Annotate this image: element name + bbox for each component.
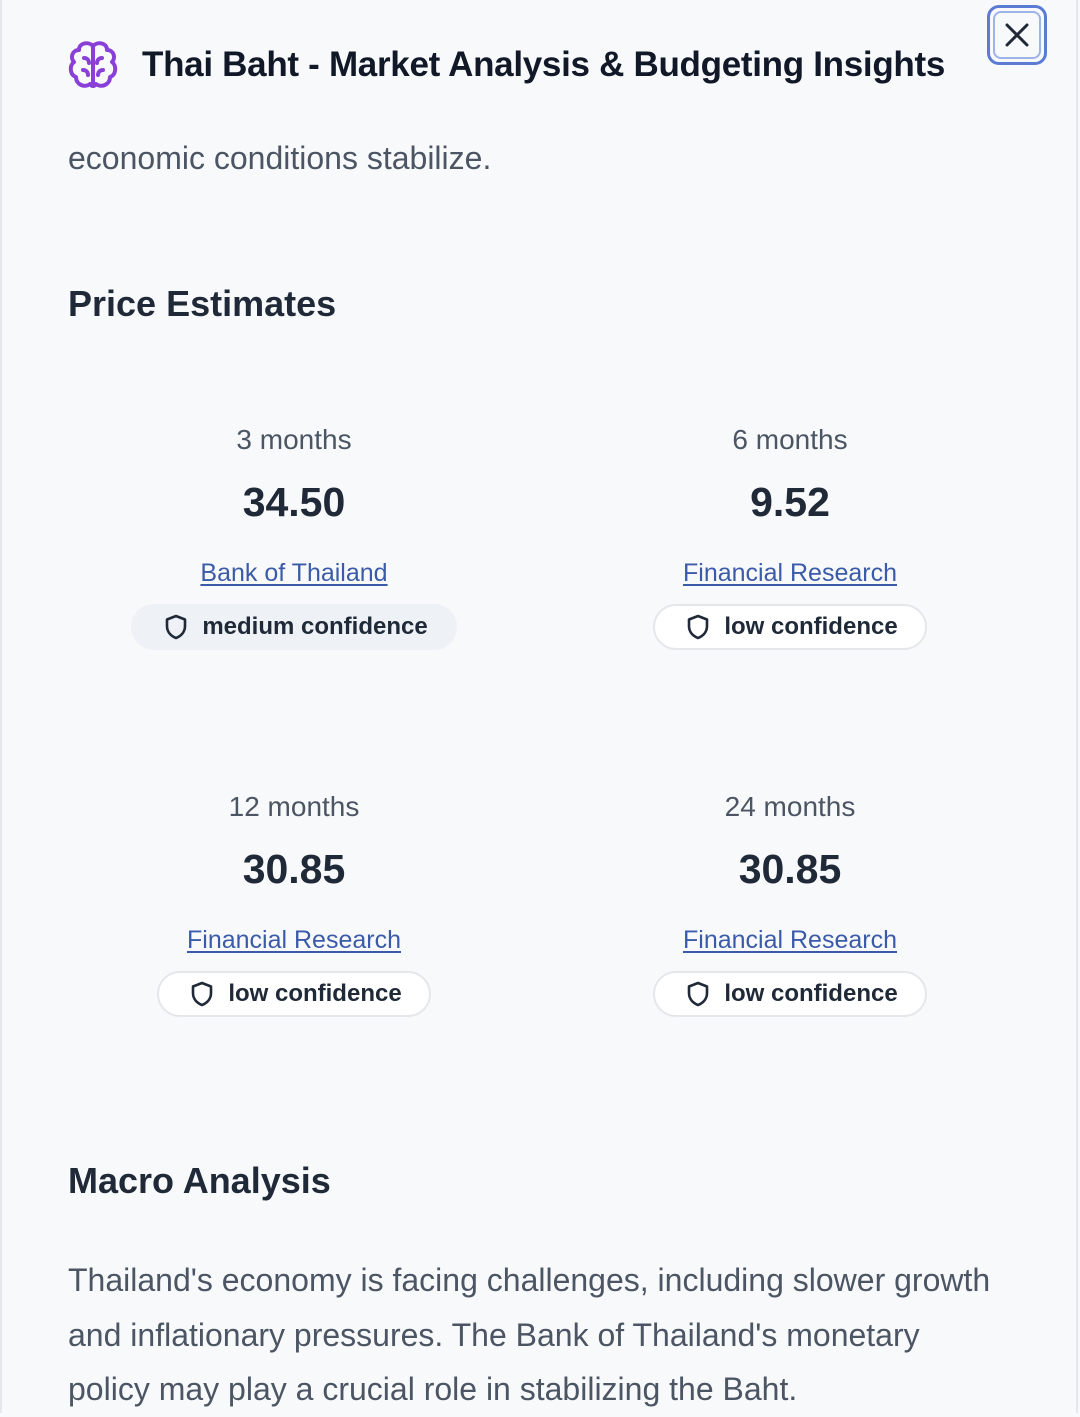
confidence-label: low confidence [724,613,898,640]
estimate-card-6-months: 6 months 9.52 Financial Research low con… [542,420,1038,652]
panel-header: Thai Baht - Market Analysis & Budgeting … [66,36,945,94]
confidence-badge: medium confidence [131,604,457,650]
shield-icon [166,614,187,640]
shield-icon [688,981,709,1007]
estimate-card-3-months: 3 months 34.50 Bank of Thailand medium c… [46,420,542,652]
estimate-source-link[interactable]: Bank of Thailand [200,556,387,590]
estimate-period: 12 months [228,791,360,822]
estimate-period: 6 months [732,424,848,455]
page-title: Thai Baht - Market Analysis & Budgeting … [142,45,946,84]
brain-icon [68,41,118,88]
estimate-value: 34.50 [242,479,346,525]
shield-icon [192,981,213,1007]
estimate-source-link[interactable]: Financial Research [187,923,401,957]
macro-analysis-heading: Macro Analysis [68,1160,331,1201]
confidence-label: medium confidence [202,613,428,640]
close-button[interactable] [987,5,1047,65]
confidence-badge: low confidence [157,971,431,1017]
estimate-source-link[interactable]: Financial Research [683,556,897,590]
estimate-value: 30.85 [242,846,346,892]
confidence-label: low confidence [724,980,898,1007]
close-button-focus-ring [993,11,1041,59]
estimate-value: 30.85 [738,846,842,892]
estimate-period: 3 months [236,424,352,455]
confidence-badge: low confidence [653,604,927,650]
confidence-label: low confidence [228,980,402,1007]
close-icon [1005,23,1029,47]
estimate-card-24-months: 24 months 30.85 Financial Research low c… [542,787,1038,1019]
analysis-panel: Thai Baht - Market Analysis & Budgeting … [0,0,1078,1413]
estimate-card-12-months: 12 months 30.85 Financial Research low c… [46,787,542,1019]
price-estimates-heading: Price Estimates [68,283,337,324]
estimate-value: 9.52 [750,479,830,525]
estimate-period: 24 months [724,791,856,822]
summary-text-tail: economic conditions stabilize. [68,140,492,176]
shield-icon [688,614,709,640]
macro-analysis-text: Thailand's economy is facing challenges,… [68,1262,991,1407]
estimate-source-link[interactable]: Financial Research [683,923,897,957]
confidence-badge: low confidence [653,971,927,1017]
